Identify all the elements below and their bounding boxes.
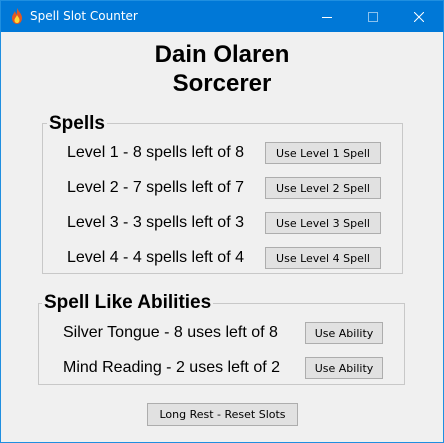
long-rest-reset-button[interactable]: Long Rest - Reset Slots (147, 403, 298, 426)
use-ability-silver-tongue-label: Use Ability (314, 326, 374, 340)
use-level-1-spell-label: Use Level 1 Spell (276, 146, 370, 160)
use-level-2-spell-button[interactable]: Use Level 2 Spell (265, 177, 381, 199)
use-ability-mind-reading-label: Use Ability (314, 361, 374, 375)
use-ability-silver-tongue-button[interactable]: Use Ability (305, 322, 383, 344)
use-level-3-spell-button[interactable]: Use Level 3 Spell (265, 212, 381, 234)
spells-heading: Spells (47, 113, 107, 135)
title-bar[interactable]: Spell Slot Counter (1, 1, 443, 32)
character-class: Sorcerer (172, 70, 272, 97)
minimize-icon (322, 16, 332, 18)
maximize-icon (368, 11, 378, 22)
abilities-heading: Spell Like Abilities (42, 292, 214, 314)
client-area: Dain Olaren Sorcerer Spells Level 1 - 8 … (1, 32, 443, 442)
spell-level-1-label: Level 1 - 8 spells left of 8 (67, 144, 244, 161)
spell-level-2-label: Level 2 - 7 spells left of 7 (67, 179, 244, 196)
minimize-button[interactable] (304, 1, 350, 32)
use-level-4-spell-button[interactable]: Use Level 4 Spell (265, 247, 381, 269)
use-level-2-spell-label: Use Level 2 Spell (276, 181, 370, 195)
window-title: Spell Slot Counter (30, 9, 138, 23)
ability-mind-reading-label: Mind Reading - 2 uses left of 2 (63, 359, 281, 376)
flame-icon (12, 8, 22, 24)
use-ability-mind-reading-button[interactable]: Use Ability (305, 357, 383, 379)
spell-level-3-label: Level 3 - 3 spells left of 3 (67, 214, 244, 231)
maximize-button[interactable] (350, 1, 396, 32)
spell-level-4-label: Level 4 - 4 spells left of 4 (67, 249, 244, 266)
ability-silver-tongue-label: Silver Tongue - 8 uses left of 8 (63, 324, 278, 341)
use-level-4-spell-label: Use Level 4 Spell (276, 251, 370, 265)
character-name: Dain Olaren (154, 41, 290, 68)
close-button[interactable] (396, 1, 442, 32)
app-window: Spell Slot Counter Dain Olaren Sorcerer … (0, 0, 444, 443)
use-level-1-spell-button[interactable]: Use Level 1 Spell (265, 142, 381, 164)
close-icon (414, 11, 424, 22)
use-level-3-spell-label: Use Level 3 Spell (276, 216, 370, 230)
long-rest-reset-label: Long Rest - Reset Slots (159, 408, 286, 421)
